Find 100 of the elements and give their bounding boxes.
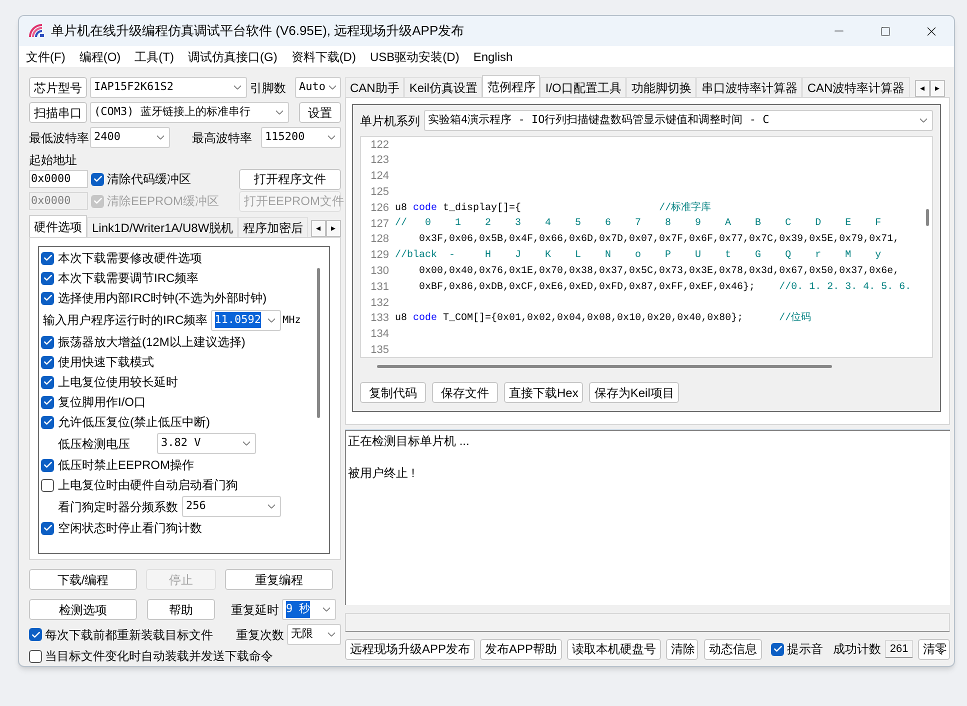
tab[interactable]: CAN助手 — [345, 77, 404, 97]
dropdown[interactable]: 9 秒 — [282, 599, 336, 620]
scrollbar[interactable] — [377, 364, 832, 368]
line-number: 122 — [370, 138, 389, 153]
reset-button[interactable]: 清零 — [918, 638, 950, 660]
dropdown[interactable]: 实验箱4演示程序 - IO行列扫描键盘数码管显示键值和调整时间 - C — [424, 110, 933, 131]
scrollbar[interactable] — [926, 209, 929, 226]
line-number: 133 — [370, 311, 389, 326]
code-action-button[interactable]: 保存为Keil项目 — [589, 382, 680, 403]
repeat-delay-label: 重复延时 — [231, 602, 279, 618]
success-count-field: 261 — [885, 640, 913, 658]
menu-item[interactable]: 工具(T) — [134, 48, 174, 66]
help-button[interactable]: 帮助 — [147, 599, 215, 620]
tab[interactable]: I/O口配置工具 — [540, 77, 626, 97]
option-label: 上电复位时由硬件自动启动看门狗 — [58, 477, 238, 494]
tab[interactable]: 串口波特率计算器 — [696, 77, 802, 97]
tab[interactable]: Link1D/Writer1A/U8W脱机 — [87, 217, 238, 237]
frequency-field[interactable]: 11.0592 — [210, 310, 281, 330]
option-label: 输入用户程序运行时的IRC频率 — [43, 312, 208, 329]
checkbox-label: 当目标文件变化时自动装载并发送下载命令 — [45, 648, 273, 665]
tab-scroll-button[interactable]: ▸ — [326, 220, 341, 237]
option-label: 低压时禁止EEPROM操作 — [58, 457, 194, 474]
line-number: 123 — [370, 153, 389, 168]
checkbox[interactable] — [41, 272, 54, 284]
settings-button[interactable]: 设置 — [299, 102, 341, 123]
action-button[interactable]: 发布APP帮助 — [480, 638, 562, 660]
tab[interactable]: 功能脚切换 — [626, 77, 696, 97]
pins-label: 引脚数 — [250, 80, 286, 96]
action-button[interactable]: 读取本机硬盘号 — [567, 638, 662, 660]
tab[interactable]: 范例程序 — [482, 75, 540, 97]
dropdown[interactable]: 256 — [182, 496, 281, 517]
chip-model-button[interactable]: 芯片型号 — [29, 77, 87, 98]
dropdown[interactable]: Auto — [295, 77, 341, 98]
menu-item[interactable]: USB驱动安装(D) — [370, 48, 460, 66]
tab[interactable]: Keil仿真设置 — [404, 77, 482, 97]
checkbox[interactable] — [41, 522, 54, 534]
repeat-program-button[interactable]: 重复编程 — [225, 569, 333, 590]
dropdown[interactable]: (COM3) 蓝牙链接上的标准串行 — [90, 102, 289, 123]
code-line: //black - H J K L N o P U t G Q r M y — [395, 248, 882, 263]
checkbox[interactable] — [771, 642, 784, 656]
option-label: 允许低压复位(禁止低压中断) — [58, 414, 210, 431]
checkbox[interactable] — [91, 172, 104, 186]
code-action-button[interactable]: 复制代码 — [360, 382, 426, 403]
menu-item[interactable]: 编程(O) — [79, 48, 121, 66]
menu-item[interactable]: 文件(F) — [26, 48, 66, 66]
option-label: 本次下载需要调节IRC频率 — [58, 270, 199, 287]
action-button[interactable]: 远程现场升级APP发布 — [345, 638, 476, 660]
option-label: 上电复位使用较长延时 — [58, 374, 178, 391]
checkbox-label: 每次下载前都重新装载目标文件 — [45, 626, 213, 644]
checkbox[interactable] — [41, 336, 54, 348]
checkbox[interactable] — [41, 376, 54, 388]
checkbox[interactable] — [41, 416, 54, 428]
checkbox[interactable] — [29, 628, 42, 641]
checkbox[interactable] — [41, 292, 54, 304]
dropdown[interactable]: 3.82 V — [157, 433, 256, 454]
menu-item[interactable]: English — [473, 48, 513, 66]
dropdown[interactable]: 2400 — [90, 127, 170, 148]
menu-item[interactable]: 资料下载(D) — [291, 48, 356, 66]
checkbox[interactable] — [41, 356, 54, 368]
dropdown[interactable]: 无限 — [287, 624, 341, 645]
open-file-button[interactable]: 打开程序文件 — [239, 168, 341, 190]
code-action-button[interactable]: 直接下载Hex — [504, 382, 584, 403]
detect-options-button[interactable]: 检测选项 — [29, 599, 137, 620]
checkbox[interactable] — [29, 650, 42, 662]
scrollbar[interactable] — [317, 268, 320, 418]
action-button[interactable]: 动态信息 — [704, 638, 762, 660]
repeat-count-label: 重复次数 — [236, 626, 284, 644]
baud-label: 最高波特率 — [192, 130, 252, 146]
checkbox[interactable] — [41, 458, 54, 472]
code-line: 0x3F,0x06,0x5B,0x4F,0x66,0x6D,0x7D,0x07,0x7F,0x6F,0x77,0x7C,0x39,0x5E,0x79,0x71, — [418, 233, 900, 248]
option-label: 复位脚用作I/O口 — [58, 394, 146, 411]
line-number: 129 — [370, 248, 389, 264]
line-number: 132 — [370, 296, 389, 311]
line-number: 134 — [370, 327, 389, 342]
line-number: 128 — [370, 232, 389, 248]
option-label: 使用快速下载模式 — [58, 354, 154, 371]
dropdown[interactable]: 115200 — [261, 127, 341, 148]
option-label: 低压检测电压 — [58, 436, 131, 452]
code-line: u8 code T_COM[]={0x01,0x02,0x04,0x08,0x10,0x20,0x40,0x80}; //位码 — [395, 311, 812, 326]
menu-item[interactable]: 调试仿真接口(G) — [188, 48, 278, 66]
tab-scroll-button[interactable]: ◂ — [311, 220, 326, 237]
code-action-button[interactable]: 保存文件 — [432, 382, 498, 403]
tab[interactable]: 程序加密后 — [238, 217, 308, 237]
series-label: 单片机系列 — [360, 112, 420, 130]
download-button[interactable]: 下载/编程 — [29, 569, 137, 590]
line-number: 124 — [370, 169, 389, 184]
tab-scroll-button[interactable]: ◂ — [915, 80, 930, 97]
checkbox[interactable] — [41, 396, 54, 408]
dropdown[interactable]: IAP15F2K61S2 — [90, 77, 247, 98]
code-editor[interactable] — [360, 136, 933, 358]
tab[interactable]: CAN波特率计算器 — [802, 77, 910, 97]
action-button[interactable]: 清除 — [666, 638, 698, 660]
line-number: 127 — [370, 216, 389, 232]
scan-port-button[interactable]: 扫描串口 — [29, 102, 87, 123]
address-field[interactable]: 0x0000 — [29, 170, 88, 188]
tab[interactable]: 硬件选项 — [29, 215, 87, 237]
checkbox[interactable] — [41, 252, 54, 264]
window-title: 单片机在线升级编程仿真调试平台软件 (V6.95E), 远程现场升级APP发布 — [51, 22, 464, 40]
checkbox[interactable] — [41, 478, 54, 492]
tab-scroll-button[interactable]: ▸ — [930, 80, 945, 97]
